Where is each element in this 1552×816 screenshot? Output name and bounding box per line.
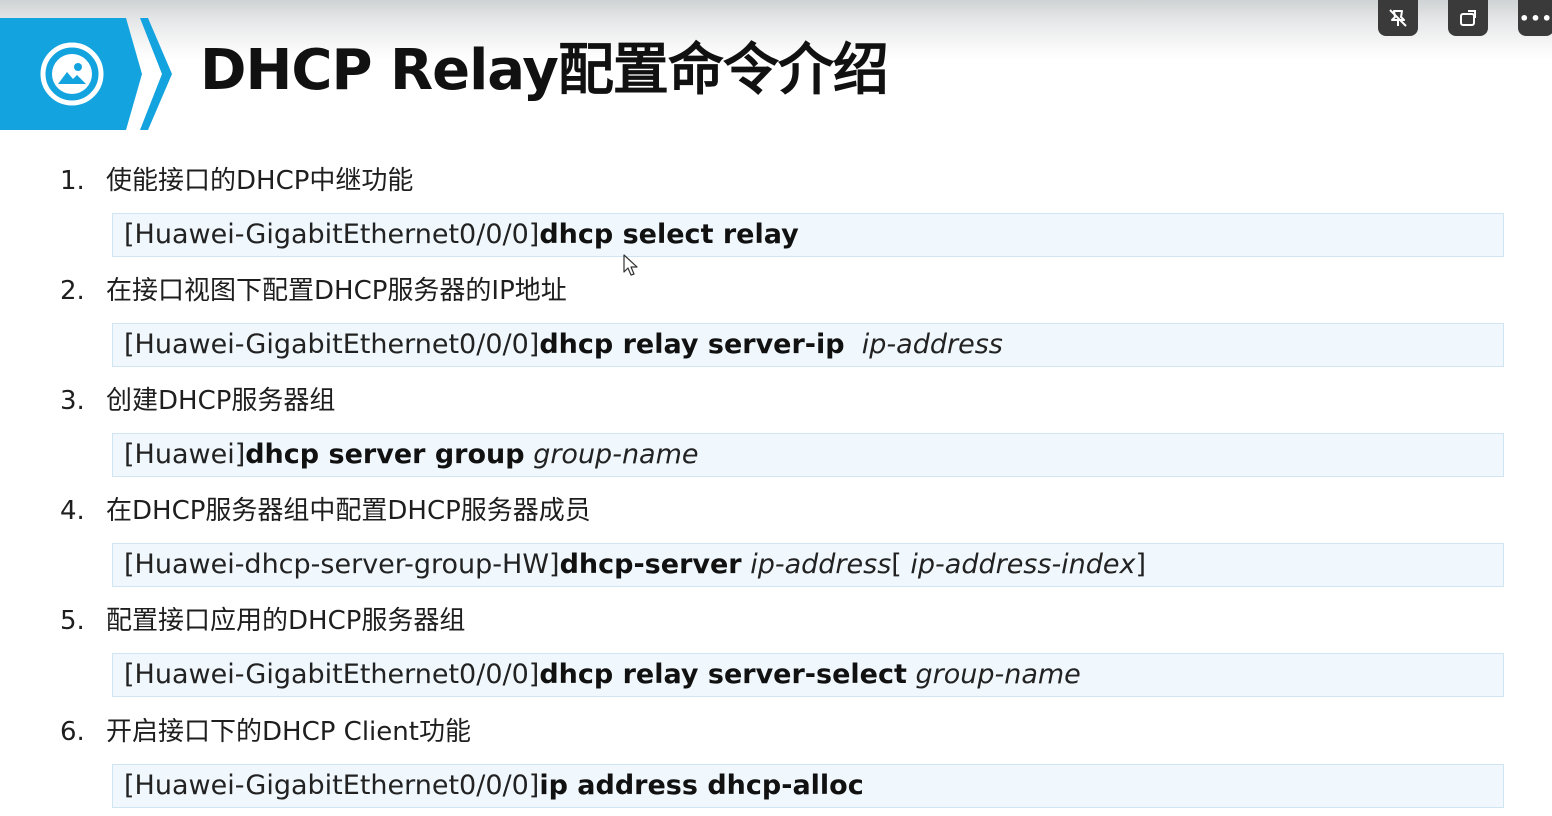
step-text: 在接口视图下配置DHCP服务器的IP地址 <box>106 276 567 306</box>
command-param-optional: ip-address-index <box>910 549 1136 580</box>
step-text: 配置接口应用的DHCP服务器组 <box>106 606 466 636</box>
command-box-1: [Huawei-GigabitEthernet0/0/0]dhcp select… <box>112 213 1504 257</box>
slide-title: DHCP Relay配置命令介绍 <box>200 38 889 103</box>
step-text: 使能接口的DHCP中继功能 <box>106 166 414 196</box>
mouse-pointer-icon <box>623 254 638 276</box>
command-prefix: [Huawei-GigabitEthernet0/0/0] <box>124 329 540 360</box>
command-bracket-open: [ <box>891 549 911 580</box>
step-text: 开启接口下的DHCP Client功能 <box>106 717 471 747</box>
popout-button[interactable] <box>1448 0 1488 36</box>
step-text: 在DHCP服务器组中配置DHCP服务器成员 <box>106 496 591 526</box>
step-text: 创建DHCP服务器组 <box>106 386 336 416</box>
command-box-6: [Huawei-GigabitEthernet0/0/0]ip address … <box>112 764 1504 808</box>
step-5-title: 5. 配置接口应用的DHCP服务器组 <box>60 604 465 638</box>
step-number: 1. <box>60 166 85 196</box>
step-number: 3. <box>60 386 85 416</box>
command-param: ip-address <box>750 549 892 580</box>
command-bracket-close: ] <box>1135 549 1147 580</box>
step-4-title: 4. 在DHCP服务器组中配置DHCP服务器成员 <box>60 494 591 528</box>
command-prefix: [Huawei-GigabitEthernet0/0/0] <box>124 219 540 250</box>
unpin-button[interactable] <box>1378 0 1418 36</box>
command-prefix: [Huawei-GigabitEthernet0/0/0] <box>124 659 540 690</box>
step-number: 2. <box>60 276 85 306</box>
command-keyword: ip address dhcp-alloc <box>539 770 864 801</box>
command-box-2: [Huawei-GigabitEthernet0/0/0]dhcp relay … <box>112 323 1504 367</box>
step-3-title: 3. 创建DHCP服务器组 <box>60 384 335 418</box>
slide-page: DHCP Relay配置命令介绍 ••• 1. 使能接口的DHCP中继功能 [Hu… <box>0 0 1552 816</box>
step-2-title: 2. 在接口视图下配置DHCP服务器的IP地址 <box>60 274 567 308</box>
step-1-title: 1. 使能接口的DHCP中继功能 <box>60 164 413 198</box>
command-keyword: dhcp relay server-select <box>539 659 907 690</box>
command-keyword: dhcp select relay <box>539 219 799 250</box>
command-keyword: dhcp-server <box>559 549 742 580</box>
command-box-3: [Huawei]dhcp server group group-name <box>112 433 1504 477</box>
command-prefix: [Huawei-GigabitEthernet0/0/0] <box>124 770 540 801</box>
command-box-4: [Huawei-dhcp-server-group-HW]dhcp-server… <box>112 543 1504 587</box>
step-number: 6. <box>60 717 85 747</box>
unpin-icon <box>1389 9 1407 27</box>
command-prefix: [Huawei-dhcp-server-group-HW] <box>124 549 560 580</box>
more-icon: ••• <box>1519 8 1552 28</box>
popout-icon <box>1460 10 1476 26</box>
command-param: group-name <box>915 659 1081 690</box>
step-number: 4. <box>60 496 85 526</box>
step-number: 5. <box>60 606 85 636</box>
picture-icon <box>40 42 104 106</box>
command-keyword: dhcp server group <box>245 439 525 470</box>
command-param: ip-address <box>861 329 1003 360</box>
command-keyword: dhcp relay server-ip <box>539 329 845 360</box>
command-box-5: [Huawei-GigabitEthernet0/0/0]dhcp relay … <box>112 653 1504 697</box>
command-param: group-name <box>533 439 699 470</box>
more-button[interactable]: ••• <box>1518 0 1552 36</box>
step-6-title: 6. 开启接口下的DHCP Client功能 <box>60 715 471 749</box>
command-prefix: [Huawei] <box>124 439 246 470</box>
